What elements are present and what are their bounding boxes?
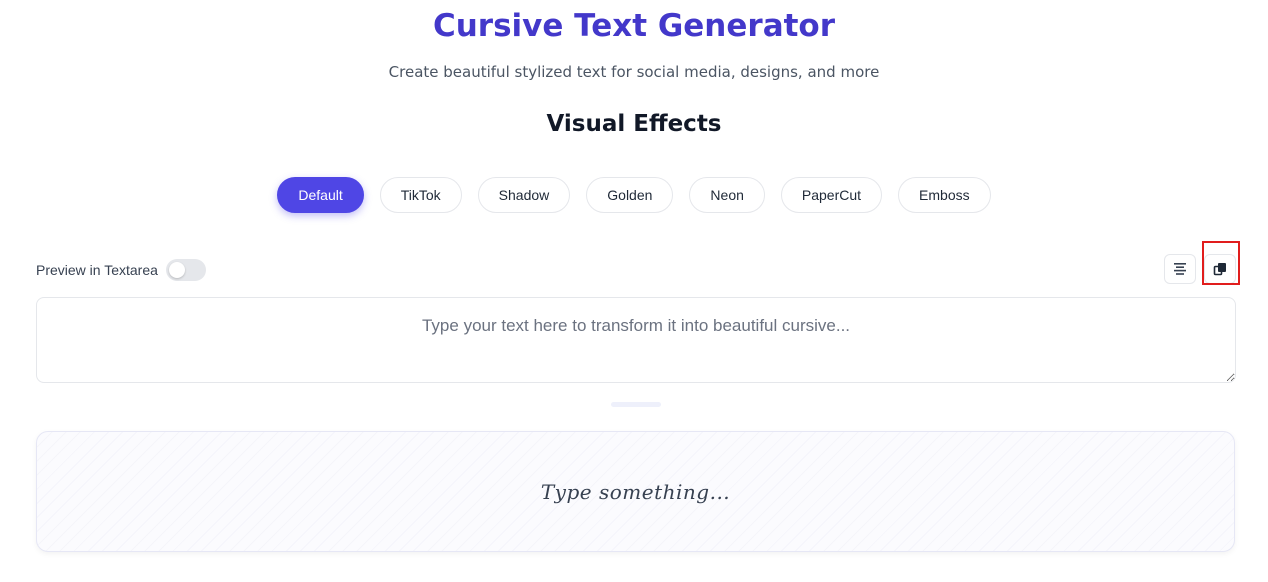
preview-toggle-label: Preview in Textarea: [36, 262, 158, 278]
copy-button[interactable]: [1204, 254, 1236, 284]
page-subtitle: Create beautiful stylized text for socia…: [388, 63, 880, 81]
effect-button-papercut[interactable]: PaperCut: [780, 177, 883, 213]
preview-in-textarea-toggle[interactable]: [165, 259, 206, 281]
preview-toggle-group: Preview in Textarea: [36, 258, 206, 282]
align-center-button[interactable]: [1164, 254, 1196, 284]
effect-button-emboss[interactable]: Emboss: [898, 177, 991, 213]
effect-button-default[interactable]: Default: [277, 177, 364, 213]
resize-handle[interactable]: [611, 402, 661, 407]
preview-text: Type something...: [540, 479, 731, 504]
effect-button-golden[interactable]: Golden: [586, 177, 674, 213]
page-title: Cursive Text Generator: [432, 8, 836, 44]
effect-button-shadow[interactable]: Shadow: [477, 177, 571, 213]
copy-icon: [1213, 263, 1226, 276]
effect-selector: Default TikTok Shadow Golden Neon PaperC…: [0, 177, 1268, 213]
align-center-icon: [1174, 263, 1186, 275]
text-input[interactable]: [36, 297, 1236, 383]
section-title-visual-effects: Visual Effects: [546, 111, 722, 137]
effect-button-neon[interactable]: Neon: [689, 177, 765, 213]
toggle-knob: [168, 262, 185, 278]
effect-button-tiktok[interactable]: TikTok: [379, 177, 462, 213]
preview-card: Type something...: [36, 431, 1235, 552]
